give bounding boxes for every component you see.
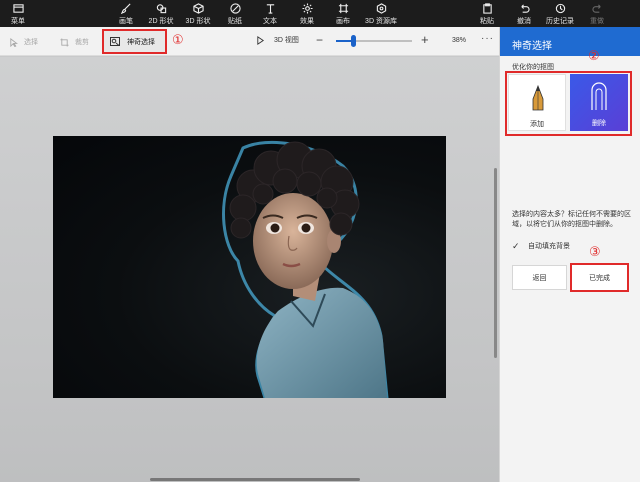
crop-icon [60,37,69,47]
undo-label: 撤消 [517,18,531,25]
eraser-icon [591,82,607,110]
paste-label: 粘贴 [480,18,494,25]
folder-icon [12,4,24,13]
view-3d-toggle[interactable]: 3D 视图 [256,35,299,45]
done-button[interactable]: 已完成 [572,265,627,290]
library-3d-label: 3D 资源库 [365,18,397,25]
history-label: 历史记录 [546,18,574,25]
sun-icon [301,3,313,14]
canvas-photo[interactable] [53,136,446,398]
library-3d-button[interactable]: 3D 资源库 [359,3,403,26]
zoom-in-button[interactable]: + [421,32,429,47]
brush-icon [120,3,131,14]
annotation-three: ③ [589,245,601,260]
remove-button[interactable]: 删除 [570,74,628,131]
zoom-slider[interactable] [336,35,412,47]
pointer-icon [10,37,18,47]
remove-label: 删除 [592,120,606,127]
clock-icon [555,3,565,14]
autofill-background-checkbox[interactable]: ✓ 自动填充背景 [512,241,570,251]
canvas-label: 画布 [336,18,350,25]
stickers-label: 贴纸 [228,18,242,25]
top-ribbon: 菜单 画笔 2D 形状 3D 形状 贴纸 文本 效果 画布 3D 资源库 粘贴 … [0,0,640,27]
clipboard-icon [482,3,492,14]
select-label: 选择 [24,39,38,46]
view-3d-label: 3D 视图 [274,37,299,44]
annotation-one: ① [172,33,184,48]
redo-button[interactable]: 重做 [575,3,619,26]
magic-select-icon [110,37,120,46]
shapes-2d-label: 2D 形状 [148,18,174,25]
menu-label: 菜单 [11,18,25,25]
crop-label: 裁剪 [75,39,89,46]
select-button[interactable]: 选择 [9,37,38,47]
sticker-icon [229,3,241,14]
help-text: 选择的内容太多？标记任何不需要的区域，以将它们从你的抠图中删除。 [512,211,631,228]
zoom-level: 38% [452,37,467,44]
back-button[interactable]: 返回 [512,265,567,290]
effects-label: 效果 [300,18,314,25]
magic-select-label: 神奇选择 [127,38,155,46]
redo-icon [591,4,601,13]
done-label: 已完成 [589,274,610,282]
brush-label: 画笔 [119,18,133,25]
magic-select-panel: 神奇选择 优化你的抠图 ② 添加 删除 选择的内容太多？标记任何不需要的区域，以… [499,27,640,482]
redo-label: 重做 [590,18,604,25]
back-label: 返回 [532,274,547,282]
cube-icon [192,3,204,14]
menu-button[interactable]: 菜单 [0,3,40,26]
crop-button[interactable]: 裁剪 [60,37,89,47]
library-3d-icon [376,3,386,14]
zoom-out-button[interactable]: − [316,33,323,47]
crop-grid-icon [338,3,348,14]
child-portrait-image [222,141,389,398]
more-options-button[interactable]: ··· [481,33,494,44]
text-label: 文本 [263,18,277,25]
add-button[interactable]: 添加 [508,74,566,131]
add-label: 添加 [530,121,544,128]
zoom-slider-thumb[interactable] [350,35,356,47]
pencil-icon [532,85,544,111]
undo-icon [520,4,530,13]
horizontal-scrollbar[interactable] [150,478,360,481]
annotation-two: ② [588,49,600,64]
checkmark-icon: ✓ [512,241,520,251]
shapes-3d-label: 3D 形状 [185,18,211,25]
autofill-label: 自动填充背景 [528,243,570,250]
text-icon [266,4,274,14]
magic-select-button[interactable]: 神奇选择 [102,29,167,54]
vertical-scrollbar[interactable] [494,168,497,358]
view-3d-icon [257,35,265,45]
panel-header: 神奇选择 [500,27,640,56]
panel-title: 神奇选择 [512,41,552,52]
shapes-2d-icon [156,4,166,14]
